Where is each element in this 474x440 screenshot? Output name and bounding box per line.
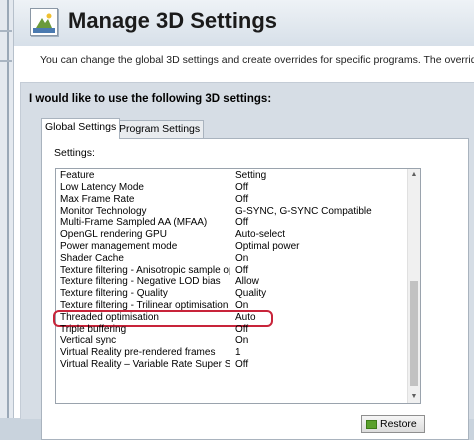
table-row[interactable]: Texture filtering - Quality Quality <box>56 288 406 300</box>
pane-divider <box>7 0 9 418</box>
tab-program-settings[interactable]: Program Settings <box>115 120 205 138</box>
feature-value[interactable]: Optimal power <box>235 241 299 253</box>
table-row[interactable]: Texture filtering - Negative LOD bias All… <box>56 276 406 288</box>
table-row[interactable]: Multi-Frame Sampled AA (MFAA) Off <box>56 217 406 229</box>
scroll-up-arrow-icon[interactable]: ▲ <box>408 169 420 181</box>
feature-name: Multi-Frame Sampled AA (MFAA) <box>60 217 208 229</box>
global-settings-panel: Settings: Feature Setting Low Latency Mo… <box>41 138 469 440</box>
table-row[interactable]: OpenGL rendering GPU Auto-select <box>56 229 406 241</box>
feature-name: Monitor Technology <box>60 205 147 217</box>
navigation-pane-edge <box>0 0 14 418</box>
feature-name: Texture filtering - Quality <box>60 288 168 300</box>
feature-value[interactable]: Quality <box>235 288 266 300</box>
feature-value[interactable]: G-SYNC, G-SYNC Compatible <box>235 206 372 218</box>
table-row[interactable]: Texture filtering - Anisotropic sample o… <box>56 265 406 277</box>
feature-name: Texture filtering - Anisotropic sample o… <box>60 264 230 276</box>
feature-value[interactable]: Auto-select <box>235 229 285 241</box>
table-row[interactable]: Max Frame Rate Off <box>56 194 406 206</box>
table-row[interactable]: Triple buffering Off <box>56 324 406 336</box>
feature-name: Threaded optimisation <box>60 311 159 323</box>
table-row[interactable]: Texture filtering - Trilinear optimisati… <box>56 300 406 312</box>
page-header: Manage 3D Settings <box>14 0 474 46</box>
restore-label: Restore <box>380 418 417 430</box>
tab-global-settings[interactable]: Global Settings <box>41 118 121 139</box>
table-row[interactable]: Vertical sync On <box>56 335 406 347</box>
feature-value[interactable]: Off <box>235 182 248 194</box>
feature-name: OpenGL rendering GPU <box>60 229 167 241</box>
table-row[interactable]: Virtual Reality – Variable Rate Super Sa… <box>56 359 406 371</box>
settings-label: Settings: <box>54 147 95 159</box>
feature-value[interactable]: Off <box>235 265 248 277</box>
main-content: You can change the global 3D settings an… <box>14 46 474 440</box>
feature-name: Texture filtering - Negative LOD bias <box>60 276 221 288</box>
feature-value[interactable]: Allow <box>235 276 259 288</box>
feature-name: Max Frame Rate <box>60 193 135 205</box>
feature-name: Low Latency Mode <box>60 182 144 193</box>
feature-name: Texture filtering - Trilinear optimisati… <box>60 299 229 311</box>
table-row[interactable]: Low Latency Mode Off <box>56 182 406 194</box>
feature-value[interactable]: Off <box>235 359 248 371</box>
feature-name: Power management mode <box>60 240 178 252</box>
table-row[interactable]: Virtual Reality pre-rendered frames 1 <box>56 347 406 359</box>
settings-list[interactable]: Feature Setting Low Latency Mode Off Max … <box>53 168 421 404</box>
feature-name: Virtual Reality pre-rendered frames <box>60 347 216 359</box>
feature-name: Virtual Reality – Variable Rate Super Sa… <box>60 358 230 370</box>
settings-rows: Low Latency Mode Off Max Frame Rate Off Mo… <box>53 182 406 371</box>
tree-connector <box>0 30 12 32</box>
scroll-down-arrow-icon[interactable]: ▼ <box>408 391 420 403</box>
tree-connector <box>0 60 12 62</box>
nvidia-3d-settings-icon <box>30 8 58 36</box>
feature-value[interactable]: Auto <box>235 312 256 324</box>
table-row-threaded-optimisation[interactable]: Threaded optimisation Auto <box>53 309 406 327</box>
table-row[interactable]: Shader Cache On <box>56 253 406 265</box>
restore-icon <box>366 420 377 429</box>
feature-value[interactable]: 1 <box>235 347 241 359</box>
page-description: You can change the global 3D settings an… <box>40 54 474 66</box>
vertical-scrollbar[interactable]: ▲ ▼ <box>407 169 420 403</box>
column-header-feature[interactable]: Feature <box>60 169 94 182</box>
feature-value[interactable]: On <box>235 253 248 265</box>
page-title: Manage 3D Settings <box>68 8 278 33</box>
feature-value[interactable]: Off <box>235 324 248 336</box>
column-header-setting[interactable]: Setting <box>235 169 266 182</box>
feature-value[interactable]: Off <box>235 217 248 229</box>
feature-name: Triple buffering <box>60 323 127 335</box>
feature-name: Shader Cache <box>60 252 124 264</box>
scrollbar-thumb[interactable] <box>410 281 418 386</box>
section-title: I would like to use the following 3D set… <box>29 93 272 105</box>
feature-value[interactable]: Off <box>235 194 248 206</box>
table-row[interactable]: Power management mode Optimal power <box>56 241 406 253</box>
feature-value[interactable]: On <box>235 300 248 312</box>
feature-name: Vertical sync <box>60 335 117 347</box>
list-header: Feature Setting <box>56 169 406 182</box>
feature-value[interactable]: On <box>235 335 248 347</box>
table-row[interactable]: Monitor Technology G-SYNC, G-SYNC Compati… <box>56 206 406 218</box>
